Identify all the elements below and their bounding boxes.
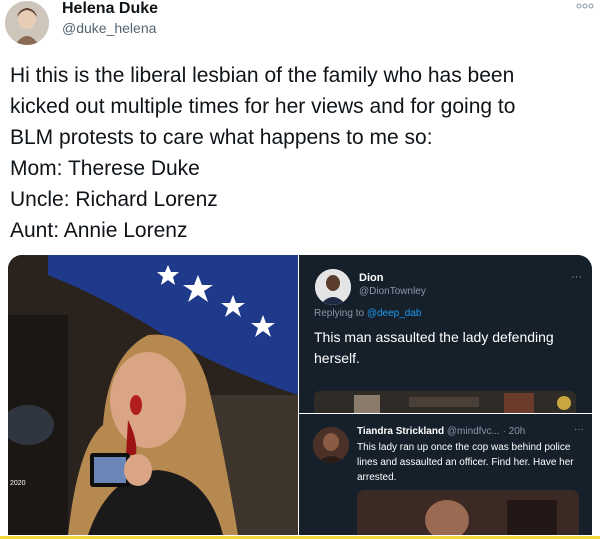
- more-options-icon[interactable]: ···: [571, 271, 582, 283]
- media-photo[interactable]: 2020: [8, 255, 298, 535]
- embedded-tweet-dion[interactable]: Dion @DionTownley ··· Replying to @deep_…: [299, 255, 592, 413]
- more-options-icon[interactable]: [576, 2, 594, 13]
- avatar[interactable]: [313, 427, 349, 463]
- protest-photo: 2020: [8, 255, 298, 535]
- tweet-line: Aunt: Annie Lorenz: [10, 219, 188, 242]
- tweet-line: kicked out multiple times for her views …: [10, 95, 516, 118]
- tweet-line: Hi this is the liberal lesbian of the fa…: [10, 64, 515, 87]
- embedded-byline: Tiandra Strickland @mindfvc... · 20h: [357, 426, 525, 437]
- tweet-line: Uncle: Richard Lorenz: [10, 188, 218, 211]
- embedded-display-name[interactable]: Tiandra Strickland: [357, 426, 444, 437]
- user-handle[interactable]: @duke_helena: [62, 20, 156, 36]
- more-options-icon[interactable]: ···: [574, 424, 584, 435]
- embedded-tweet-text: This lady ran up once the cop was behind…: [357, 442, 574, 483]
- embedded-media-thumbnail[interactable]: [357, 490, 579, 535]
- embedded-media-thumbnail[interactable]: [314, 391, 576, 413]
- avatar[interactable]: [315, 269, 351, 305]
- embedded-handle[interactable]: @mindfvc... · 20h: [447, 426, 526, 437]
- mention-link[interactable]: @deep_dab: [367, 308, 422, 319]
- replying-to: Replying to @deep_dab: [314, 308, 421, 319]
- tweet-header: Helena Duke @duke_helena: [0, 0, 600, 52]
- embedded-handle[interactable]: @DionTownley: [359, 286, 426, 297]
- display-name[interactable]: Helena Duke: [62, 0, 158, 18]
- embedded-tweet-tiandra[interactable]: Tiandra Strickland @mindfvc... · 20h ···…: [299, 414, 592, 535]
- avatar[interactable]: [5, 1, 49, 45]
- tweet-text: Hi this is the liberal lesbian of the fa…: [10, 60, 595, 246]
- embedded-display-name[interactable]: Dion: [359, 272, 383, 284]
- replying-prefix: Replying to: [314, 308, 367, 319]
- tweet-line: Mom: Therese Duke: [10, 157, 200, 180]
- photo-badge: 2020: [10, 480, 26, 487]
- tweet-line: BLM protests to care what happens to me …: [10, 126, 433, 149]
- embedded-tweet-text: This man assaulted the lady defending he…: [314, 329, 554, 366]
